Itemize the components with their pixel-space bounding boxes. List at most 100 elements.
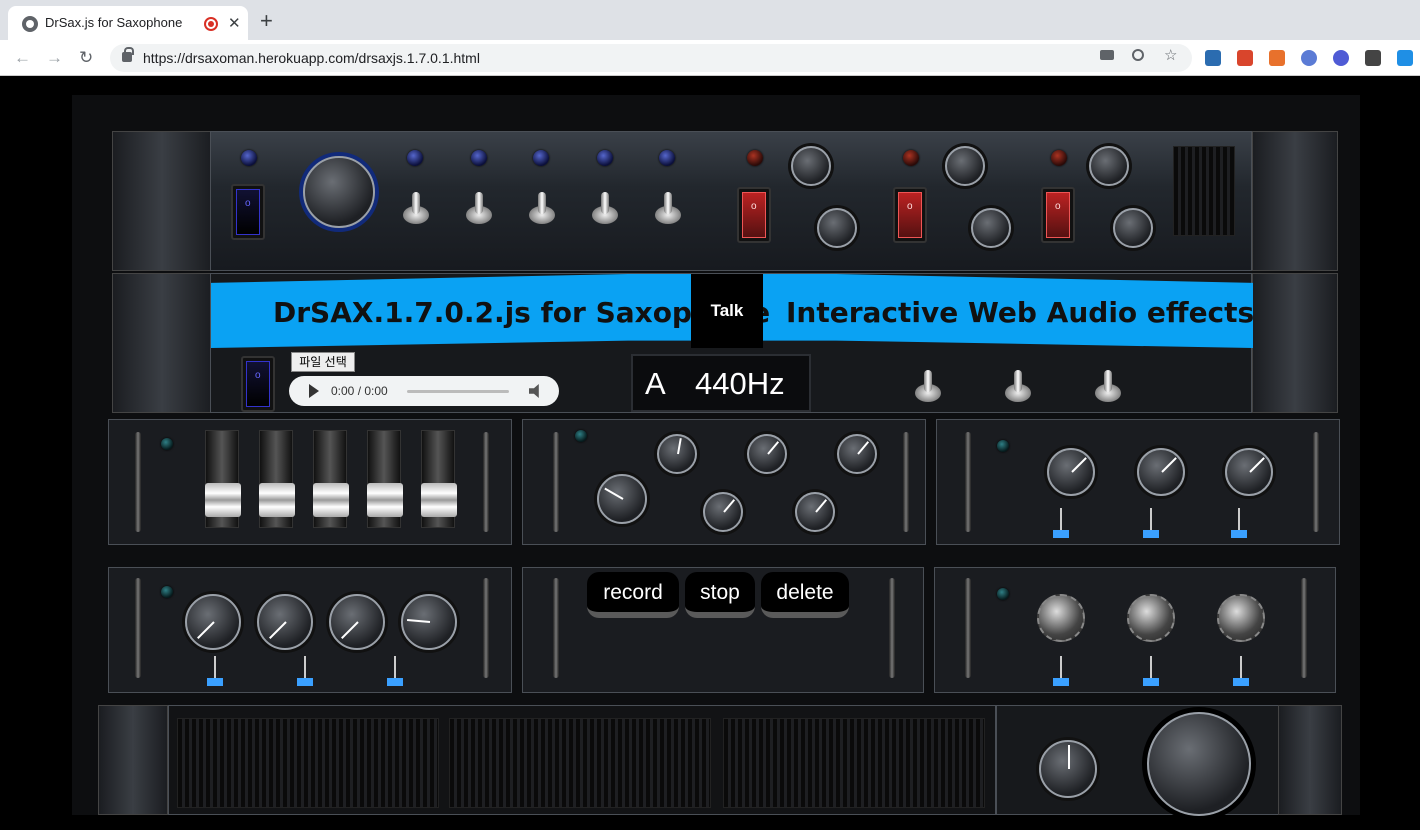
recorder-module: record stop delete [522, 567, 924, 693]
value-slider[interactable] [387, 656, 403, 686]
effect-knob[interactable] [1225, 448, 1273, 496]
forward-button[interactable]: → [46, 48, 63, 68]
rack-rail [965, 578, 971, 678]
effect-knob[interactable] [1047, 448, 1095, 496]
effect-knob[interactable] [1089, 146, 1129, 186]
talk-button[interactable]: Talk [691, 274, 763, 348]
reload-button[interactable]: ↻ [79, 48, 93, 68]
extension-icon-5[interactable] [1333, 50, 1349, 66]
new-tab-button[interactable]: + [260, 8, 273, 34]
value-slider[interactable] [1231, 508, 1247, 538]
indicator-led [161, 586, 173, 598]
rack-rail [553, 578, 559, 678]
back-button[interactable]: ← [14, 48, 31, 68]
browser-tab[interactable]: DrSax.js for Saxophone ✕ [8, 6, 248, 40]
star-icon[interactable]: ☆ [1164, 46, 1177, 64]
indicator-led [575, 430, 587, 442]
fader-slider[interactable] [367, 430, 403, 528]
toggle-switch[interactable] [403, 192, 429, 226]
address-bar[interactable]: https://drsaxoman.herokuapp.com/drsaxjs.… [110, 44, 1192, 72]
effect-switch-red[interactable]: o [1041, 187, 1075, 243]
toggle-switch[interactable] [655, 192, 681, 226]
fader-slider[interactable] [259, 430, 295, 528]
camera-icon[interactable] [1100, 50, 1114, 60]
effect-knob[interactable] [657, 434, 697, 474]
tuner-frequency: 440Hz [695, 366, 785, 401]
power-switch-blue[interactable]: o [231, 184, 265, 240]
value-slider[interactable] [1053, 508, 1069, 538]
app-subtitle: Interactive Web Audio effects [786, 296, 1255, 329]
effect-knob[interactable] [1137, 448, 1185, 496]
toggle-switch[interactable] [915, 370, 941, 404]
fader-slider[interactable] [313, 430, 349, 528]
vent-grille [177, 718, 439, 808]
record-button[interactable]: record [587, 572, 679, 618]
effect-knob[interactable] [837, 434, 877, 474]
seek-bar[interactable] [407, 390, 509, 393]
tuner-display: A 440Hz [631, 354, 811, 412]
rack-ear-left [112, 131, 212, 271]
rack-rail [1301, 578, 1307, 678]
effect-knob[interactable] [817, 208, 857, 248]
tab-strip: DrSax.js for Saxophone ✕ + [0, 0, 1420, 40]
extension-icon-3[interactable] [1269, 50, 1285, 66]
value-slider[interactable] [207, 656, 223, 686]
master-volume-panel [996, 705, 1280, 816]
extension-icon-7[interactable] [1397, 50, 1413, 66]
toggle-switch[interactable] [529, 192, 555, 226]
zoom-icon[interactable] [1132, 49, 1144, 61]
player-time: 0:00 / 0:00 [331, 384, 388, 398]
effect-switch-red[interactable]: o [737, 187, 771, 243]
fader-slider[interactable] [421, 430, 457, 528]
effect-switch-red[interactable]: o [893, 187, 927, 243]
value-slider[interactable] [1053, 656, 1069, 686]
chrome-knob[interactable] [1127, 594, 1175, 642]
effect-knob[interactable] [703, 492, 743, 532]
volume-icon[interactable] [529, 384, 539, 398]
chrome-knob[interactable] [1037, 594, 1085, 642]
toggle-switch[interactable] [1005, 370, 1031, 404]
indicator-led [533, 150, 549, 166]
rack-rail [889, 578, 895, 678]
close-tab-icon[interactable]: ✕ [228, 14, 241, 32]
effect-knob[interactable] [257, 594, 313, 650]
effect-knob[interactable] [791, 146, 831, 186]
effect-knob[interactable] [971, 208, 1011, 248]
gain-knob[interactable] [1039, 740, 1097, 798]
recording-indicator-icon [204, 17, 218, 31]
rack-rail [903, 432, 909, 532]
effect-knob[interactable] [329, 594, 385, 650]
value-slider[interactable] [297, 656, 313, 686]
power-switch-blue[interactable]: o [241, 356, 275, 412]
indicator-led [659, 150, 675, 166]
effect-knob[interactable] [1113, 208, 1153, 248]
master-volume-knob[interactable] [1147, 712, 1251, 816]
effect-knob[interactable] [597, 474, 647, 524]
effect-knob[interactable] [795, 492, 835, 532]
extension-icon-6[interactable] [1365, 50, 1381, 66]
extension-icon-1[interactable] [1205, 50, 1221, 66]
toggle-switch[interactable] [1095, 370, 1121, 404]
delete-button[interactable]: delete [761, 572, 849, 618]
effect-knob[interactable] [747, 434, 787, 474]
value-slider[interactable] [1143, 656, 1159, 686]
value-slider[interactable] [1233, 656, 1249, 686]
file-select-button[interactable]: 파일 선택 [291, 352, 355, 372]
extension-icon-4[interactable] [1301, 50, 1317, 66]
extension-icon-2[interactable] [1237, 50, 1253, 66]
stop-button[interactable]: stop [685, 572, 755, 618]
fader-slider[interactable] [205, 430, 241, 528]
effect-knob[interactable] [185, 594, 241, 650]
master-knob[interactable] [303, 156, 375, 228]
value-slider[interactable] [1143, 508, 1159, 538]
play-icon[interactable] [309, 384, 319, 398]
toggle-switch[interactable] [466, 192, 492, 226]
indicator-led [241, 150, 257, 166]
toggle-switch[interactable] [592, 192, 618, 226]
effect-knob[interactable] [945, 146, 985, 186]
chrome-knob[interactable] [1217, 594, 1265, 642]
effect-knob[interactable] [401, 594, 457, 650]
url-text: https://drsaxoman.herokuapp.com/drsaxjs.… [143, 50, 480, 66]
rack-ear-left [98, 705, 168, 815]
knob-module [522, 419, 926, 545]
